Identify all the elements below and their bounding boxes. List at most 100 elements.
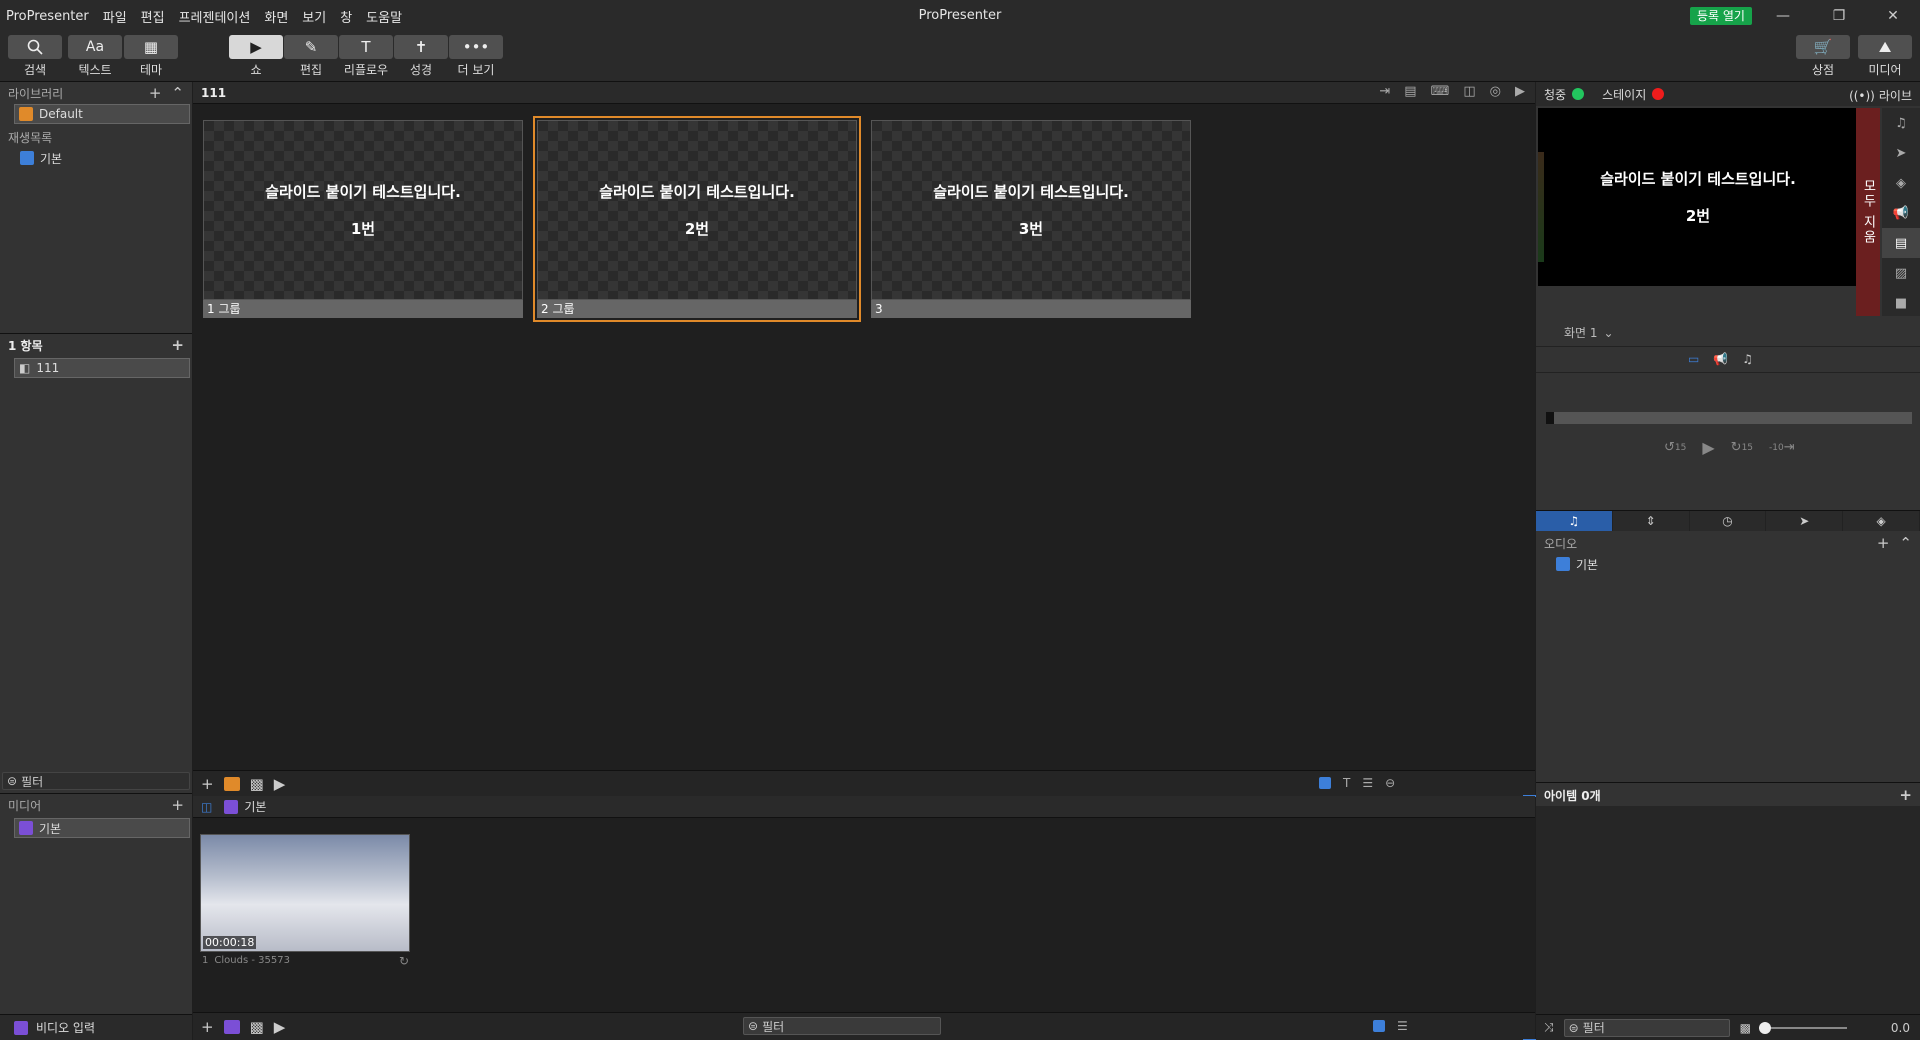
register-button[interactable]: 등록 열기 [1690, 7, 1752, 25]
presentation-item[interactable]: ◧ 111 [14, 358, 190, 378]
add-icon[interactable]: + [171, 336, 184, 354]
announcement-source-icon[interactable]: 📢 [1713, 352, 1728, 366]
messages-layer-icon[interactable]: 📢 [1882, 198, 1920, 228]
tab-timers[interactable]: ◷ [1689, 511, 1767, 531]
send-icon: ➤ [1799, 514, 1810, 528]
go-live-icon[interactable]: ▶ [1515, 84, 1525, 99]
props-layer-icon[interactable]: ◈ [1882, 168, 1920, 198]
loop-icon[interactable]: ↻ [399, 954, 409, 968]
search-button[interactable]: 검색 [8, 35, 62, 79]
media-thumbnail[interactable]: 00:00:18 [200, 834, 410, 952]
slide-layer-icon[interactable]: ▤ [1882, 228, 1920, 258]
go-live-icon[interactable]: ▶ [274, 775, 286, 793]
notes-icon[interactable]: ▤ [1404, 84, 1416, 99]
ellipsis-icon: ••• [449, 35, 503, 59]
media-button[interactable]: ⛰ 미디어 [1858, 35, 1912, 79]
text-label: 텍스트 [78, 63, 112, 77]
playlist-item[interactable]: 기본 [0, 148, 192, 168]
media-bin-item[interactable]: 기본 [14, 818, 190, 838]
checker-icon[interactable]: ▩ [250, 1018, 264, 1036]
sidebar-toggle-icon[interactable]: ◫ [201, 800, 212, 814]
live-button[interactable]: ((•)) 라이브 [1849, 87, 1912, 104]
skip-end-icon[interactable]: -10 ⇥ [1769, 440, 1795, 455]
menu-screen[interactable]: 화면 [264, 7, 288, 26]
list-view-icon[interactable]: ☰ [1362, 776, 1373, 790]
edit-button[interactable]: ✎ 편집 [284, 35, 338, 79]
library-item-default[interactable]: Default [14, 104, 190, 124]
audio-playlist-item[interactable]: 기본 [1536, 554, 1736, 574]
media-layer-icon[interactable]: ▨ [1882, 258, 1920, 288]
text-view-icon[interactable]: T [1343, 776, 1350, 790]
announcement-layer-icon[interactable]: ➤ [1882, 138, 1920, 168]
menu-file[interactable]: 파일 [103, 7, 127, 26]
go-live-icon[interactable]: ▶ [274, 1018, 286, 1036]
menu-window[interactable]: 창 [340, 7, 352, 26]
grid-view-icon[interactable] [1319, 777, 1331, 789]
audience-toggle[interactable]: 청중 [1536, 86, 1585, 103]
checker-icon[interactable]: ▩ [250, 775, 264, 793]
more-button[interactable]: ••• 더 보기 [449, 35, 503, 79]
slide-3[interactable]: 슬라이드 붙이기 테스트입니다. 3번 3 [871, 120, 1191, 318]
play-icon[interactable]: ▶ [1702, 438, 1714, 457]
tab-messages[interactable]: ➤ [1766, 511, 1844, 531]
shuffle-icon[interactable]: ⤨ [1544, 1020, 1554, 1035]
store-button[interactable]: 🛒 상점 [1796, 35, 1850, 79]
list-view-icon[interactable]: ☰ [1397, 1019, 1408, 1033]
keyboard-icon[interactable]: ⌨ [1431, 84, 1450, 99]
volume-slider[interactable] [1758, 1021, 1847, 1034]
grid-view-icon[interactable] [1373, 1020, 1385, 1032]
playlist-header: 재생목록 [0, 126, 192, 148]
add-icon[interactable]: + [171, 796, 184, 814]
menu-presentation[interactable]: 프레젠테이션 [179, 7, 251, 26]
menu-app[interactable]: ProPresenter [6, 9, 89, 24]
library-filter[interactable]: ⊜ 필터 [2, 772, 190, 790]
reflow-view-icon[interactable]: ⇥ [1379, 84, 1390, 99]
audio-filter[interactable]: ⊜ 필터 [1563, 1018, 1730, 1037]
forward-15-icon[interactable]: ↻ 15 [1731, 440, 1753, 455]
menu-edit[interactable]: 편집 [141, 7, 165, 26]
audio-source-icon[interactable]: ♫ [1742, 352, 1753, 366]
checker-icon[interactable]: ▩ [1740, 1021, 1751, 1035]
media-footer: + ▩ ▶ ⊜ 필터 ☰ [193, 1012, 1614, 1040]
media-grid-icon[interactable] [223, 1019, 240, 1034]
target-icon[interactable]: ◎ [1490, 84, 1501, 99]
audio-layer-icon[interactable]: ♫ [1882, 108, 1920, 138]
video-layer-icon[interactable]: ■ [1882, 288, 1920, 318]
rewind-15-icon[interactable]: ↺ 15 [1664, 440, 1686, 455]
show-button[interactable]: ▶ 쇼 [229, 35, 283, 79]
playback-scrubber[interactable] [1546, 412, 1912, 424]
text-button[interactable]: Aa 텍스트 [68, 35, 122, 79]
add-icon[interactable]: + [201, 1018, 214, 1036]
collapse-icon[interactable]: ⌃ [1899, 534, 1912, 552]
theme-button[interactable]: ▦ 테마 [124, 35, 178, 79]
add-icon[interactable]: + [201, 775, 214, 793]
add-icon[interactable]: + [149, 84, 162, 102]
media-filter[interactable]: ⊜ 필터 [743, 1017, 941, 1035]
screen-selector[interactable]: 화면 1 ⌄ [1564, 324, 1614, 341]
slide-2[interactable]: 슬라이드 붙이기 테스트입니다. 2번 2 그룹 [533, 116, 861, 322]
add-icon[interactable]: + [1877, 534, 1890, 552]
slide-1[interactable]: 슬라이드 붙이기 테스트입니다. 1번 1 그룹 [203, 120, 523, 318]
menu-help[interactable]: 도움말 [366, 7, 402, 26]
presentation-icon: ◧ [19, 361, 31, 375]
stage-toggle[interactable]: 스테이지 [1602, 86, 1665, 103]
restore-icon[interactable]: ❐ [1814, 0, 1864, 32]
clear-all-button[interactable]: 모두 지움 [1856, 108, 1880, 316]
tab-props[interactable]: ⇕ [1612, 511, 1690, 531]
menu-view[interactable]: 보기 [302, 7, 326, 26]
bible-button[interactable]: ✝ 성경 [394, 35, 448, 79]
cart-icon: 🛒 [1796, 35, 1850, 59]
video-input-button[interactable]: 비디오 입력 [0, 1014, 192, 1040]
slide-source-icon[interactable]: ▭ [1688, 352, 1699, 366]
more-options-icon[interactable]: ⊖ [1385, 776, 1395, 790]
close-icon[interactable]: ✕ [1868, 0, 1918, 32]
tab-layers[interactable]: ◈ [1843, 511, 1920, 531]
layout-icon[interactable]: ◫ [1463, 84, 1475, 99]
add-icon[interactable]: + [1899, 786, 1912, 804]
screen-label: 화면 1 [1564, 326, 1598, 340]
tab-audio[interactable]: ♫ [1536, 511, 1613, 531]
reflow-button[interactable]: T 리플로우 [339, 35, 393, 79]
slides-icon[interactable] [223, 776, 240, 791]
minimize-icon[interactable]: — [1758, 0, 1808, 32]
collapse-icon[interactable]: ⌃ [171, 84, 184, 102]
